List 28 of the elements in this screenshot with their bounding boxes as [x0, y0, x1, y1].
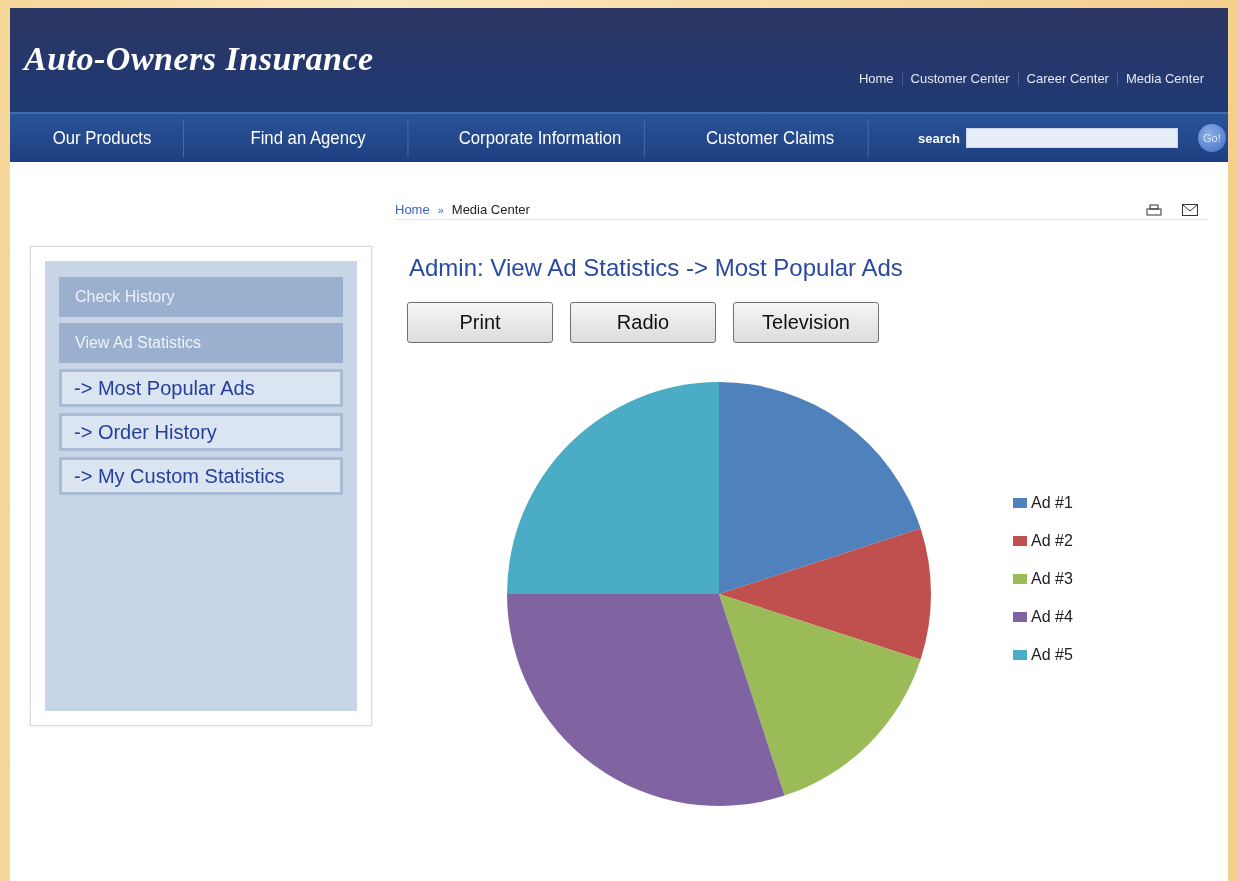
menu-link[interactable]: -> Order History: [59, 413, 343, 451]
nav-item[interactable]: Find an Agency: [208, 119, 409, 157]
breadcrumb-separator: »: [437, 203, 444, 216]
breadcrumb-link[interactable]: Home: [395, 202, 430, 217]
nav-item[interactable]: Corporate Information: [436, 119, 645, 157]
media-button[interactable]: Television: [733, 302, 879, 343]
menu-link[interactable]: -> Most Popular Ads: [59, 369, 343, 407]
top-link[interactable]: Home: [850, 71, 902, 86]
top-link[interactable]: Customer Center: [901, 71, 1018, 86]
breadcrumb-link[interactable]: Media Center: [451, 202, 530, 217]
legend-label: Ad #5: [1031, 646, 1073, 664]
legend-label: Ad #4: [1031, 608, 1073, 626]
menu-link[interactable]: -> My Custom Statistics: [59, 457, 343, 495]
page-title: Admin: View Ad Statistics -> Most Popular Ads: [409, 254, 904, 282]
media-button[interactable]: Print: [407, 302, 553, 343]
nav-item[interactable]: Customer Claims: [672, 119, 869, 157]
search-field[interactable]: [965, 128, 1178, 148]
nav-item[interactable]: Our Products: [21, 119, 184, 157]
logo[interactable]: Auto-Owners Insurance: [24, 40, 374, 78]
media-button[interactable]: Radio: [570, 302, 716, 343]
legend-label: Ad #1: [1031, 494, 1073, 512]
legend-label: Ad #2: [1031, 532, 1073, 550]
mail-icon[interactable]: [1182, 203, 1198, 216]
top-link[interactable]: Media Center: [1116, 71, 1212, 86]
top-link[interactable]: Career Center: [1017, 71, 1117, 86]
legend-label: Ad #3: [1031, 570, 1073, 588]
search-label: search: [918, 130, 960, 146]
print-icon[interactable]: [1146, 203, 1162, 216]
